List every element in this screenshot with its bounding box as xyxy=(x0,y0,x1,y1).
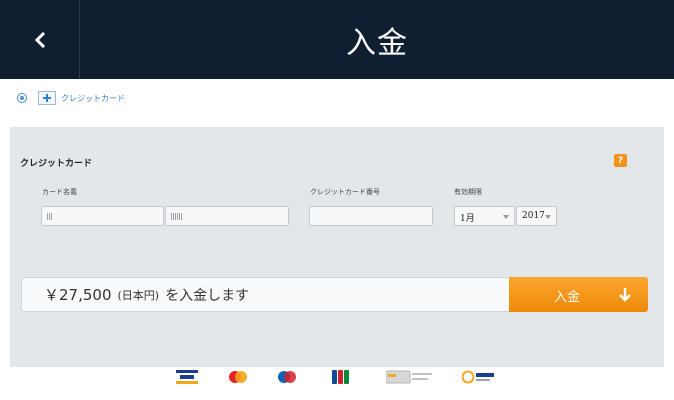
expiry-year-select[interactable]: 2017 xyxy=(516,206,557,226)
chevron-down-icon xyxy=(503,215,509,219)
card-number-input[interactable] xyxy=(309,206,433,226)
credit-cards-icon xyxy=(386,370,432,384)
expiry-month-value: 1月 xyxy=(460,214,475,224)
page-title: 入金 xyxy=(346,25,408,61)
card-brand-logos xyxy=(0,368,674,388)
credit-card-form-panel: クレジットカード ? カード名義 クレジットカード番号 有効期限 1月 2017… xyxy=(10,127,664,367)
arrow-down-icon xyxy=(619,288,631,302)
jcb-icon xyxy=(332,370,349,384)
cardholder-label: カード名義 xyxy=(42,188,77,196)
header-bar: 入金 xyxy=(0,0,674,79)
expiry-month-select[interactable]: 1月 xyxy=(454,206,515,226)
payment-method-label[interactable]: クレジットカード xyxy=(61,93,125,104)
cardholder-first-name-input[interactable] xyxy=(41,206,164,226)
deposit-amount-display: ￥27,500 (日本円) を入金します xyxy=(21,277,509,312)
payment-method-radio[interactable] xyxy=(17,93,27,103)
form-title: クレジットカード xyxy=(20,159,93,169)
deposit-amount: ￥27,500 xyxy=(44,286,112,304)
mastercard-icon xyxy=(229,371,247,383)
help-icon[interactable]: ? xyxy=(614,154,627,167)
input-placeholder-icon xyxy=(47,213,52,220)
cardholder-last-name-input[interactable] xyxy=(165,206,289,226)
plus-icon xyxy=(43,94,51,102)
chevron-down-icon xyxy=(545,215,551,219)
back-button[interactable] xyxy=(0,0,80,79)
deposit-page: 入金 クレジットカード クレジットカード ? カード名義 クレジットカード番号 … xyxy=(0,0,674,400)
visa-icon xyxy=(176,370,198,384)
deposit-button-label: 入金 xyxy=(554,290,581,305)
input-placeholder-icon xyxy=(171,213,182,220)
deposit-text: を入金します xyxy=(165,287,250,304)
maestro-icon xyxy=(278,371,296,383)
expiry-label: 有効期限 xyxy=(454,188,482,196)
qiwi-visa-icon xyxy=(462,370,494,384)
deposit-currency: (日本円) xyxy=(117,288,160,302)
expiry-year-value: 2017 xyxy=(522,211,545,221)
add-card-button[interactable] xyxy=(38,91,56,105)
payment-method-option[interactable]: クレジットカード xyxy=(17,90,125,106)
chevron-left-icon xyxy=(34,31,45,48)
card-number-label: クレジットカード番号 xyxy=(310,188,380,196)
deposit-button[interactable]: 入金 xyxy=(509,277,648,312)
